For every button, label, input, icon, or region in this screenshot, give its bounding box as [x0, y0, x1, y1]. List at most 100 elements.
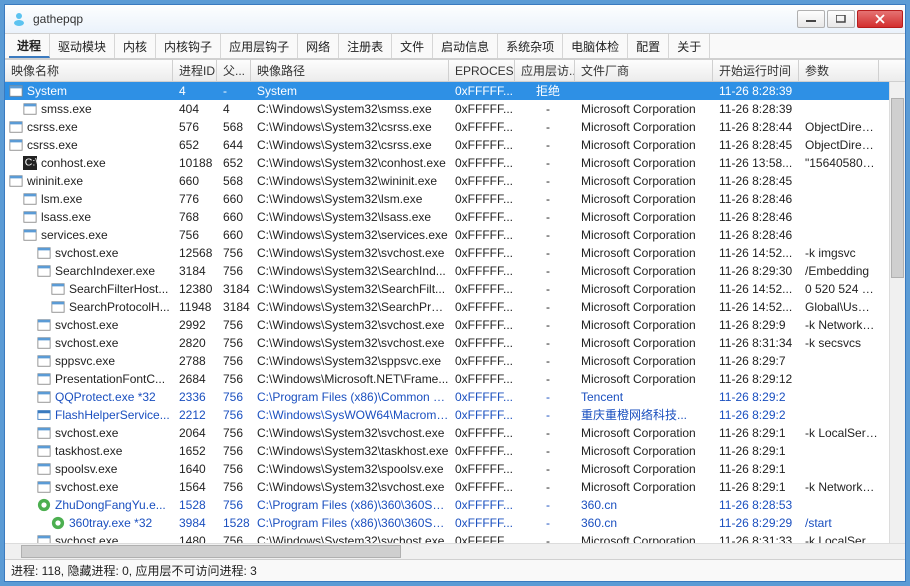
cell-start: 11-26 14:52...	[713, 298, 799, 316]
menu-3[interactable]: 内核钩子	[156, 34, 221, 58]
cell-access: -	[515, 244, 575, 262]
cell-start: 11-26 8:29:29	[713, 514, 799, 532]
cell-name: PresentationFontC...	[5, 370, 173, 388]
close-button[interactable]	[857, 10, 903, 28]
cell-eproc: 0xFFFFF...	[449, 334, 515, 352]
menu-2[interactable]: 内核	[115, 34, 156, 58]
cell-access: -	[515, 172, 575, 190]
cell-args: /Embedding	[799, 262, 879, 280]
process-row[interactable]: csrss.exe576568C:\Windows\System32\csrss…	[5, 118, 905, 136]
menu-6[interactable]: 注册表	[339, 34, 392, 58]
process-row[interactable]: svchost.exe12568756C:\Windows\System32\s…	[5, 244, 905, 262]
vertical-scrollbar[interactable]	[889, 82, 905, 543]
generic-process-icon	[51, 300, 65, 314]
cell-vendor: Microsoft Corporation	[575, 424, 713, 442]
close-icon	[874, 14, 886, 24]
col-args[interactable]: 参数	[799, 60, 879, 81]
process-row[interactable]: lsm.exe776660C:\Windows\System32\lsm.exe…	[5, 190, 905, 208]
cell-name: csrss.exe	[5, 136, 173, 154]
cell-args	[799, 460, 879, 478]
cell-access: -	[515, 442, 575, 460]
cell-ppid: 568	[217, 172, 251, 190]
col-name[interactable]: 映像名称	[5, 60, 173, 81]
menu-9[interactable]: 系统杂项	[498, 34, 563, 58]
generic-process-icon	[37, 354, 51, 368]
titlebar[interactable]: gathepqp	[5, 5, 905, 33]
process-row[interactable]: ZhuDongFangYu.e...1528756C:\Program File…	[5, 496, 905, 514]
cell-path: C:\Windows\System32\SearchFilt...	[251, 280, 449, 298]
svg-text:C:\: C:\	[25, 157, 37, 169]
cell-path: C:\Windows\System32\SearchProt...	[251, 298, 449, 316]
cell-path: C:\Windows\System32\csrss.exe	[251, 136, 449, 154]
cell-args: -k imgsvc	[799, 244, 879, 262]
cell-access: -	[515, 406, 575, 424]
cell-ppid: 756	[217, 370, 251, 388]
col-path[interactable]: 映像路径	[251, 60, 449, 81]
process-row[interactable]: sppsvc.exe2788756C:\Windows\System32\spp…	[5, 352, 905, 370]
process-row[interactable]: svchost.exe1480756C:\Windows\System32\sv…	[5, 532, 905, 543]
menu-4[interactable]: 应用层钩子	[221, 34, 298, 58]
menu-1[interactable]: 驱动模块	[50, 34, 115, 58]
process-row[interactable]: wininit.exe660568C:\Windows\System32\win…	[5, 172, 905, 190]
menu-8[interactable]: 启动信息	[433, 34, 498, 58]
menu-11[interactable]: 配置	[628, 34, 669, 58]
process-row[interactable]: svchost.exe2992756C:\Windows\System32\sv…	[5, 316, 905, 334]
cell-access: -	[515, 298, 575, 316]
cell-start: 11-26 8:28:39	[713, 100, 799, 118]
cell-eproc: 0xFFFFF...	[449, 352, 515, 370]
menu-5[interactable]: 网络	[298, 34, 339, 58]
scrollbar-thumb[interactable]	[891, 98, 904, 278]
cell-path: C:\Program Files (x86)\Common Fil...	[251, 388, 449, 406]
menu-7[interactable]: 文件	[392, 34, 433, 58]
process-row[interactable]: smss.exe4044C:\Windows\System32\smss.exe…	[5, 100, 905, 118]
menu-0[interactable]: 进程	[9, 34, 50, 58]
process-row[interactable]: 360tray.exe *3239841528C:\Program Files …	[5, 514, 905, 532]
process-row[interactable]: svchost.exe2064756C:\Windows\System32\sv…	[5, 424, 905, 442]
cell-eproc: 0xFFFFF...	[449, 316, 515, 334]
cell-vendor: Microsoft Corporation	[575, 172, 713, 190]
col-start[interactable]: 开始运行时间	[713, 60, 799, 81]
process-row[interactable]: System4-System0xFFFFF...拒绝11-26 8:28:39	[5, 82, 905, 100]
process-row[interactable]: QQProtect.exe *322336756C:\Program Files…	[5, 388, 905, 406]
cell-pid: 768	[173, 208, 217, 226]
cell-name: svchost.exe	[5, 334, 173, 352]
cell-pid: 4	[173, 82, 217, 100]
cell-name: C:\conhost.exe	[5, 154, 173, 172]
generic-process-icon	[9, 174, 23, 188]
generic-process-icon	[23, 192, 37, 206]
cell-pid: 2992	[173, 316, 217, 334]
col-ppid[interactable]: 父...	[217, 60, 251, 81]
col-pid[interactable]: 进程ID	[173, 60, 217, 81]
cell-start: 11-26 8:29:1	[713, 442, 799, 460]
cell-start: 11-26 8:29:12	[713, 370, 799, 388]
process-row[interactable]: svchost.exe2820756C:\Windows\System32\sv…	[5, 334, 905, 352]
cell-path: C:\Windows\System32\services.exe	[251, 226, 449, 244]
horizontal-scrollbar[interactable]	[5, 543, 905, 559]
process-row[interactable]: spoolsv.exe1640756C:\Windows\System32\sp…	[5, 460, 905, 478]
scrollbar-thumb[interactable]	[21, 545, 401, 558]
process-row[interactable]: SearchFilterHost...123803184C:\Windows\S…	[5, 280, 905, 298]
col-eproc[interactable]: EPROCESS	[449, 60, 515, 81]
cell-ppid: 756	[217, 334, 251, 352]
cell-ppid: 4	[217, 100, 251, 118]
process-row[interactable]: PresentationFontC...2684756C:\Windows\Mi…	[5, 370, 905, 388]
cell-access: -	[515, 262, 575, 280]
generic-process-icon	[37, 246, 51, 260]
col-vendor[interactable]: 文件厂商	[575, 60, 713, 81]
process-row[interactable]: taskhost.exe1652756C:\Windows\System32\t…	[5, 442, 905, 460]
process-row[interactable]: FlashHelperService...2212756C:\Windows\S…	[5, 406, 905, 424]
process-row[interactable]: SearchProtocolH...119483184C:\Windows\Sy…	[5, 298, 905, 316]
process-row[interactable]: csrss.exe652644C:\Windows\System32\csrss…	[5, 136, 905, 154]
process-row[interactable]: services.exe756660C:\Windows\System32\se…	[5, 226, 905, 244]
process-row[interactable]: lsass.exe768660C:\Windows\System32\lsass…	[5, 208, 905, 226]
menu-12[interactable]: 关于	[669, 34, 710, 58]
maximize-button[interactable]	[827, 10, 855, 28]
process-row[interactable]: SearchIndexer.exe3184756C:\Windows\Syste…	[5, 262, 905, 280]
menu-10[interactable]: 电脑体检	[563, 34, 628, 58]
col-access[interactable]: 应用层访...	[515, 60, 575, 81]
cell-start: 11-26 8:28:53	[713, 496, 799, 514]
process-row[interactable]: svchost.exe1564756C:\Windows\System32\sv…	[5, 478, 905, 496]
minimize-button[interactable]	[797, 10, 825, 28]
app-icon	[11, 11, 27, 27]
process-row[interactable]: C:\conhost.exe10188652C:\Windows\System3…	[5, 154, 905, 172]
